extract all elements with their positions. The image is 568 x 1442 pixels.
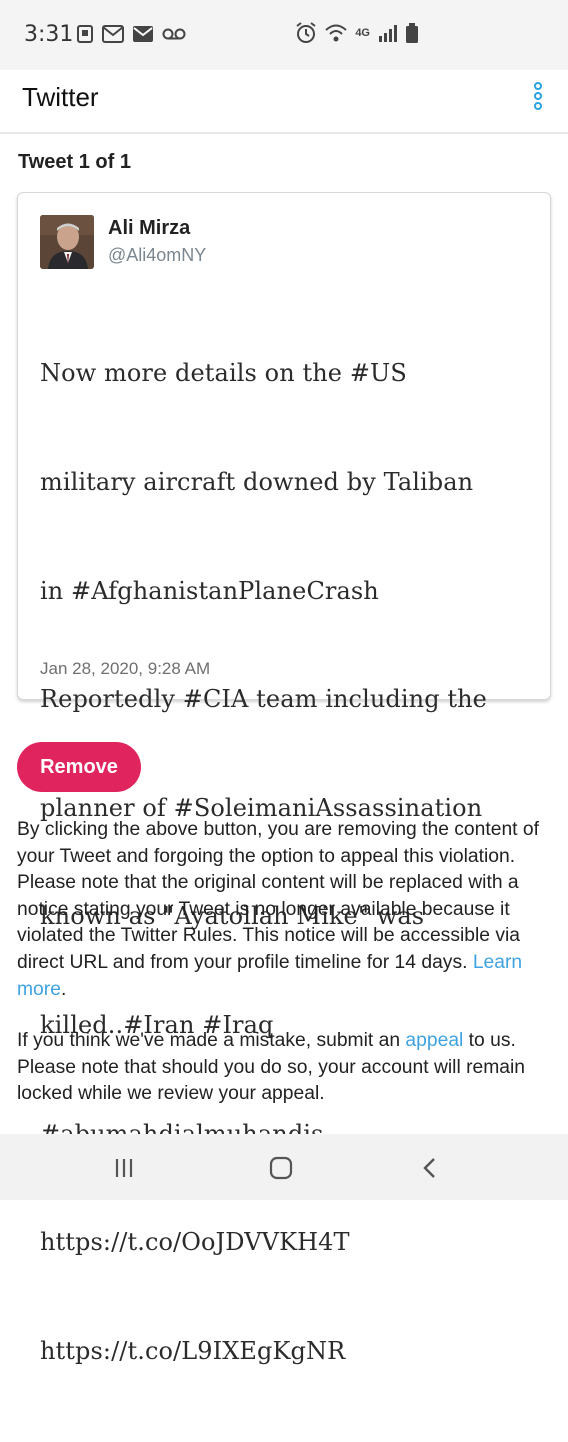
storage-icon: [77, 25, 93, 43]
wifi-icon: [325, 24, 347, 42]
tweet-line: military aircraft downed by Taliban: [40, 468, 474, 497]
status-left-icons: [76, 24, 186, 44]
recent-apps-icon[interactable]: [108, 1152, 140, 1184]
status-time: 3:31: [24, 22, 74, 47]
more-vertical-icon[interactable]: [530, 82, 546, 118]
lte-icon: 4G: [355, 27, 370, 39]
removal-notice-tail: .: [60, 978, 67, 1000]
appeal-notice: If you think we've made a mistake, submi…: [17, 1028, 547, 1108]
author-name: Ali Mirza: [108, 217, 191, 239]
tweet-date: Jan 28, 2020, 9:28 AM: [40, 659, 211, 678]
removal-notice-text: By clicking the above button, you are re…: [17, 819, 539, 973]
app-header: Twitter: [0, 70, 568, 134]
tweet-line: Reportedly #CIA team including the: [40, 685, 487, 714]
tweet-link[interactable]: https://t.co/OoJDVVKH4T: [40, 1224, 530, 1260]
appeal-text-before: If you think we've made a mistake, submi…: [17, 1030, 406, 1051]
home-icon[interactable]: [265, 1152, 297, 1184]
tweet-count: Tweet 1 of 1: [18, 151, 131, 173]
tweet-card: Ali Mirza @Ali4omNY Now more details on …: [17, 192, 551, 1365]
tweet-line: Now more details on the #US: [40, 359, 407, 388]
tweet-link[interactable]: https://t.co/L9IXEgKgNR: [40, 1333, 530, 1369]
status-right-icons: 4G: [295, 22, 418, 44]
mail-icon: [102, 25, 124, 43]
signal-icon: [379, 25, 397, 42]
author-handle: @Ali4omNY: [108, 245, 207, 265]
navigation-bar: [0, 1134, 568, 1200]
avatar: [40, 215, 94, 269]
back-icon[interactable]: [414, 1152, 446, 1184]
voicemail-icon: [162, 28, 186, 40]
remove-button[interactable]: Remove: [17, 742, 141, 792]
page-title: Twitter: [22, 82, 99, 112]
removal-notice: By clicking the above button, you are re…: [17, 817, 547, 1003]
status-bar: 3:31 4G: [0, 0, 568, 70]
mail-icon: [133, 26, 153, 42]
alarm-icon: [296, 22, 316, 43]
battery-icon: [406, 23, 418, 43]
appeal-link[interactable]: appeal: [405, 1030, 463, 1051]
tweet-line: in #AfghanistanPlaneCrash: [40, 576, 379, 605]
